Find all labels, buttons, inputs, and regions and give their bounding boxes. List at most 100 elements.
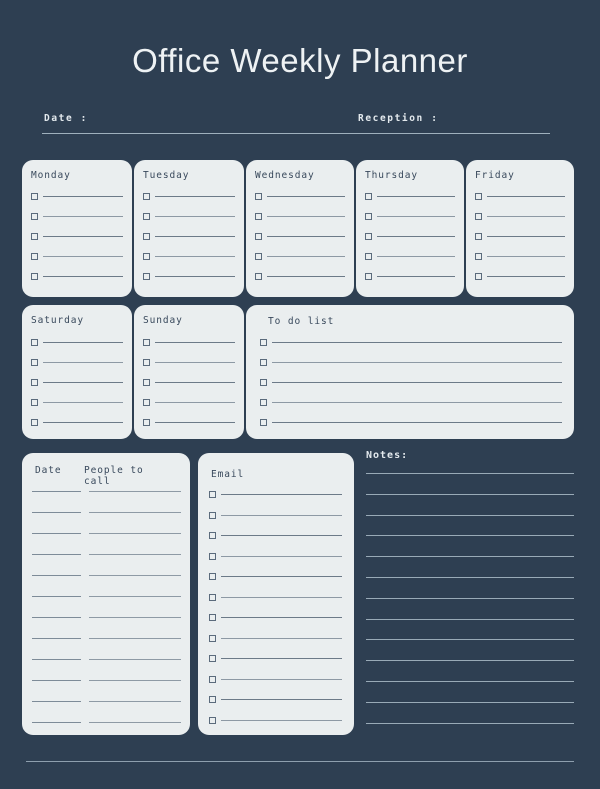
write-line[interactable] xyxy=(155,342,235,343)
person-write-line[interactable] xyxy=(89,659,181,660)
checkbox[interactable] xyxy=(143,273,150,280)
date-write-line[interactable] xyxy=(32,512,81,513)
checkbox[interactable] xyxy=(475,213,482,220)
write-line[interactable] xyxy=(43,216,123,217)
checkbox[interactable] xyxy=(260,419,267,426)
checkbox[interactable] xyxy=(260,339,267,346)
checkbox[interactable] xyxy=(31,273,38,280)
write-line[interactable] xyxy=(377,236,455,237)
write-line[interactable] xyxy=(221,719,342,721)
notes-write-line[interactable] xyxy=(366,722,574,724)
checkbox[interactable] xyxy=(31,233,38,240)
write-line[interactable] xyxy=(221,576,342,577)
checkbox[interactable] xyxy=(365,273,372,280)
date-write-line[interactable] xyxy=(32,722,81,723)
notes-write-line[interactable] xyxy=(366,556,574,558)
write-line[interactable] xyxy=(155,422,235,423)
date-write-line[interactable] xyxy=(32,680,81,681)
write-line[interactable] xyxy=(267,276,345,277)
checkbox[interactable] xyxy=(365,193,372,200)
write-line[interactable] xyxy=(221,555,342,557)
person-write-line[interactable] xyxy=(89,617,181,618)
write-line[interactable] xyxy=(43,256,123,257)
date-write-line[interactable] xyxy=(32,554,81,555)
write-line[interactable] xyxy=(487,236,565,237)
notes-write-line[interactable] xyxy=(366,535,574,537)
write-line[interactable] xyxy=(155,382,235,383)
notes-write-line[interactable] xyxy=(366,473,574,474)
checkbox[interactable] xyxy=(143,213,150,220)
checkbox[interactable] xyxy=(260,399,267,406)
checkbox[interactable] xyxy=(209,716,216,724)
checkbox[interactable] xyxy=(143,419,150,426)
person-write-line[interactable] xyxy=(89,701,181,702)
checkbox[interactable] xyxy=(31,213,38,220)
write-line[interactable] xyxy=(377,276,455,277)
write-line[interactable] xyxy=(272,382,562,383)
write-line[interactable] xyxy=(43,236,123,237)
checkbox[interactable] xyxy=(143,233,150,240)
write-line[interactable] xyxy=(272,422,562,423)
checkbox[interactable] xyxy=(475,253,482,260)
checkbox[interactable] xyxy=(260,379,267,386)
write-line[interactable] xyxy=(43,402,123,403)
checkbox[interactable] xyxy=(209,552,216,560)
checkbox[interactable] xyxy=(365,213,372,220)
write-line[interactable] xyxy=(43,422,123,423)
write-line[interactable] xyxy=(221,596,342,598)
notes-write-line[interactable] xyxy=(366,618,574,620)
checkbox[interactable] xyxy=(143,193,150,200)
notes-write-line[interactable] xyxy=(366,701,574,703)
write-line[interactable] xyxy=(155,196,235,197)
person-write-line[interactable] xyxy=(89,533,181,534)
checkbox[interactable] xyxy=(260,359,267,366)
write-line[interactable] xyxy=(487,196,565,197)
person-write-line[interactable] xyxy=(89,554,181,555)
write-line[interactable] xyxy=(272,362,562,363)
write-line[interactable] xyxy=(487,256,565,257)
checkbox[interactable] xyxy=(209,675,216,683)
write-line[interactable] xyxy=(155,402,235,403)
checkbox[interactable] xyxy=(209,573,216,580)
write-line[interactable] xyxy=(155,276,235,277)
checkbox[interactable] xyxy=(365,253,372,260)
checkbox[interactable] xyxy=(209,511,216,519)
notes-write-line[interactable] xyxy=(366,493,574,495)
write-line[interactable] xyxy=(377,216,455,217)
checkbox[interactable] xyxy=(475,273,482,280)
checkbox[interactable] xyxy=(209,593,216,601)
write-line[interactable] xyxy=(155,236,235,237)
write-line[interactable] xyxy=(221,678,342,680)
write-line[interactable] xyxy=(267,216,345,217)
person-write-line[interactable] xyxy=(89,596,181,597)
write-line[interactable] xyxy=(221,494,342,495)
write-line[interactable] xyxy=(272,342,562,343)
checkbox[interactable] xyxy=(31,379,38,386)
checkbox[interactable] xyxy=(143,379,150,386)
checkbox[interactable] xyxy=(143,399,150,406)
date-write-line[interactable] xyxy=(32,596,81,597)
write-line[interactable] xyxy=(43,342,123,343)
checkbox[interactable] xyxy=(255,273,262,280)
write-line[interactable] xyxy=(221,535,342,536)
notes-write-line[interactable] xyxy=(366,681,574,682)
write-line[interactable] xyxy=(267,256,345,257)
checkbox[interactable] xyxy=(209,532,216,539)
checkbox[interactable] xyxy=(255,233,262,240)
person-write-line[interactable] xyxy=(89,575,181,576)
date-write-line[interactable] xyxy=(32,659,81,660)
date-write-line[interactable] xyxy=(32,533,81,534)
checkbox[interactable] xyxy=(475,193,482,200)
person-write-line[interactable] xyxy=(89,638,181,639)
checkbox[interactable] xyxy=(143,359,150,366)
write-line[interactable] xyxy=(155,256,235,257)
checkbox[interactable] xyxy=(31,419,38,426)
checkbox[interactable] xyxy=(31,193,38,200)
write-line[interactable] xyxy=(155,216,235,217)
write-line[interactable] xyxy=(155,362,235,363)
write-line[interactable] xyxy=(221,637,342,639)
write-line[interactable] xyxy=(43,196,123,197)
write-line[interactable] xyxy=(487,216,565,217)
date-write-line[interactable] xyxy=(32,638,81,639)
checkbox[interactable] xyxy=(209,696,216,703)
